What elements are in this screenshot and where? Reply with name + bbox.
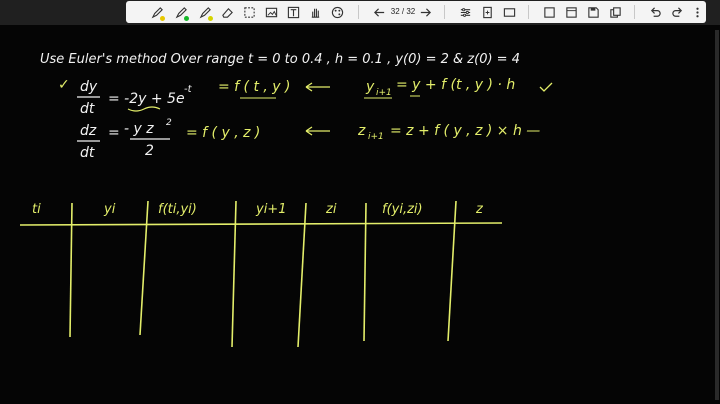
page-indicator: 32 / 32 — [390, 7, 416, 16]
copy-icon[interactable] — [606, 3, 624, 21]
page-view-icon[interactable] — [500, 3, 518, 21]
check-mark: ✓ — [58, 77, 70, 93]
settings-icon[interactable] — [456, 3, 474, 21]
eq1-lhs-numerator: dy — [80, 79, 98, 95]
eq1-lhs-denominator: dt — [80, 101, 95, 117]
toolbar-separator — [444, 5, 445, 19]
eq2-lhs-numerator: dz — [80, 123, 97, 139]
eq1-update-lhs: y — [365, 79, 375, 95]
toolbar-separator — [528, 5, 529, 19]
lasso-select-icon[interactable] — [240, 3, 258, 21]
handwritten-notes: Use Euler's method Over range t = 0 to 0… — [19, 52, 553, 348]
underline-mark — [127, 106, 161, 112]
eq2-function: = f ( y , z ) — [186, 125, 260, 141]
check-mark — [539, 82, 553, 92]
table-header-cell: f(ti,yi) — [158, 202, 197, 217]
color-palette-icon[interactable] — [328, 3, 346, 21]
insert-page-icon[interactable] — [478, 3, 496, 21]
note-canvas[interactable]: Use Euler's method Over range t = 0 to 0… — [0, 25, 720, 404]
toolbar-separator — [358, 5, 359, 19]
pen-color-dot — [160, 16, 165, 21]
table-header-cell: zi — [325, 202, 337, 217]
table-header-cell: yi+1 — [255, 202, 286, 217]
table-column-line — [139, 200, 149, 336]
table-column-line — [231, 200, 237, 348]
eq2-rhs-denominator: 2 — [145, 143, 154, 159]
eq2-equals: = — [108, 125, 120, 141]
subscript-i-plus-1: i+1 — [376, 88, 392, 98]
eq1-rhs: = -2y + 5e — [108, 91, 185, 107]
next-page-icon[interactable] — [416, 3, 434, 21]
eq2-lhs-denominator: dt — [80, 145, 95, 161]
eq2-rhs-numerator: - y z — [124, 121, 154, 137]
eq1-exponent: -t — [184, 84, 193, 95]
eq2-superscript-2: 2 — [166, 118, 172, 128]
eq1-function: = f ( t , y ) — [218, 79, 291, 95]
undo-icon[interactable] — [646, 3, 664, 21]
table-header-row: ti yi f(ti,yi) yi+1 zi f(yi,zi) z — [32, 202, 484, 217]
eq2-update-rhs: = z + f ( y , z ) × h — — [390, 123, 540, 139]
fit-page-icon[interactable] — [540, 3, 558, 21]
arrow-mark — [305, 82, 330, 92]
table-header-line — [19, 222, 503, 226]
arrow-mark — [305, 126, 330, 136]
problem-statement: Use Euler's method Over range t = 0 to 0… — [40, 52, 520, 67]
prev-page-icon[interactable] — [370, 3, 388, 21]
table-column-line — [447, 200, 457, 342]
fit-page-icon[interactable] — [562, 3, 580, 21]
image-icon[interactable] — [262, 3, 280, 21]
table-grid — [19, 200, 503, 348]
table-header-cell: f(yi,zi) — [382, 202, 423, 217]
save-icon[interactable] — [584, 3, 602, 21]
redo-icon[interactable] — [668, 3, 686, 21]
table-header-cell: ti — [32, 202, 41, 217]
pen-color-dot — [184, 16, 189, 21]
hand-pan-icon[interactable] — [306, 3, 324, 21]
pen-color-dot — [208, 16, 213, 21]
eq1-update-rhs: = y + f (t , y ) · h — [396, 77, 515, 93]
eq2-update-lhs: z — [357, 123, 366, 139]
table-header-cell: z — [475, 202, 484, 217]
eraser-icon[interactable] — [218, 3, 236, 21]
table-column-line — [69, 202, 73, 338]
pen-icon[interactable] — [172, 3, 190, 21]
table-header-cell: yi — [103, 202, 116, 217]
toolbar-separator — [634, 5, 635, 19]
toolbar: 32 / 32 — [126, 1, 706, 23]
scrollbar[interactable] — [715, 30, 719, 400]
pen-icon[interactable] — [196, 3, 214, 21]
text-icon[interactable] — [284, 3, 302, 21]
pen-icon[interactable] — [148, 3, 166, 21]
more-icon[interactable] — [688, 3, 706, 21]
subscript-i-plus-1: i+1 — [368, 132, 384, 142]
